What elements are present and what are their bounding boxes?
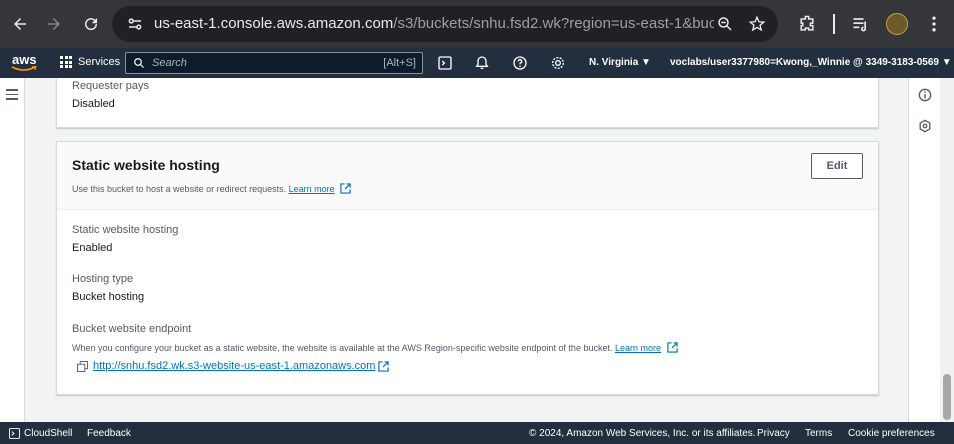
search-placeholder: Search: [152, 57, 187, 69]
info-icon[interactable]: [918, 88, 932, 102]
edit-button[interactable]: Edit: [811, 153, 863, 179]
browser-toolbar: us-east-1.console.aws.amazon.com/s3/buck…: [0, 0, 954, 48]
left-nav-rail: [0, 78, 25, 422]
hosting-type-value: Bucket hosting: [72, 291, 145, 303]
endpoint-description: When you configure your bucket as a stat…: [72, 342, 678, 353]
hosting-status-value: Enabled: [72, 242, 113, 254]
requester-pays-label: Requester pays: [72, 80, 150, 92]
help-icon[interactable]: [512, 55, 528, 71]
address-bar[interactable]: us-east-1.console.aws.amazon.com/s3/buck…: [112, 6, 778, 42]
footer-copyright: © 2024, Amazon Web Services, Inc. or its…: [529, 428, 756, 439]
search-input[interactable]: Search [Alt+S]: [125, 52, 423, 74]
back-icon[interactable]: [8, 12, 32, 36]
cloudshell-footer-icon: [9, 428, 20, 439]
search-icon: [134, 58, 144, 68]
grid-icon: [60, 56, 72, 68]
zoom-icon[interactable]: [716, 15, 734, 33]
static-website-hosting-card: Static website hosting Edit Use this buc…: [56, 141, 879, 395]
endpoint-url-link[interactable]: http://snhu.fsd2.wk.s3-website-us-east-1…: [93, 360, 375, 372]
notifications-bell-icon[interactable]: [474, 55, 490, 71]
aws-footer: CloudShell Feedback © 2024, Amazon Web S…: [0, 422, 954, 444]
external-link-icon: [666, 342, 678, 353]
cloudshell-icon[interactable]: [437, 55, 453, 71]
hosting-status-label: Static website hosting: [72, 224, 179, 236]
region-selector[interactable]: N. Virginia ▼: [589, 57, 651, 68]
endpoint-label: Bucket website endpoint: [72, 323, 192, 335]
page-scrollbar[interactable]: [940, 78, 954, 422]
aws-top-nav: aws Services Search [Alt+S] N. Virginia …: [0, 48, 954, 78]
requester-pays-value: Disabled: [72, 98, 115, 110]
section-description: Use this bucket to host a website or red…: [72, 183, 351, 194]
url-text: us-east-1.console.aws.amazon.com/s3/buck…: [154, 15, 714, 32]
copy-icon[interactable]: [77, 360, 88, 372]
bookmark-star-icon[interactable]: [748, 15, 766, 33]
aws-logo[interactable]: aws: [10, 52, 38, 74]
external-link-icon: [378, 360, 390, 372]
properties-card: Requester pays Disabled: [56, 78, 879, 128]
learn-more-link[interactable]: Learn more: [289, 184, 335, 194]
hosting-type-label: Hosting type: [72, 273, 134, 285]
footer-privacy[interactable]: Privacy: [757, 428, 790, 439]
right-utility-rail: [908, 78, 940, 422]
forward-icon[interactable]: [42, 12, 66, 36]
footer-feedback[interactable]: Feedback: [87, 428, 131, 439]
footer-terms[interactable]: Terms: [805, 428, 832, 439]
extensions-icon[interactable]: [797, 14, 817, 34]
card-header: Static website hosting Edit Use this buc…: [57, 142, 878, 210]
site-settings-icon[interactable]: [126, 15, 144, 33]
endpoint-learn-more-link[interactable]: Learn more: [615, 343, 661, 353]
browser-menu-icon[interactable]: [924, 14, 944, 34]
hamburger-menu-icon[interactable]: [6, 89, 18, 100]
services-label: Services: [78, 56, 121, 68]
profile-avatar[interactable]: [886, 13, 908, 35]
external-link-icon: [340, 183, 351, 194]
account-menu[interactable]: voclabs/user3377980=Kwong,_Winnie @ 3349…: [670, 57, 952, 68]
reload-icon[interactable]: [79, 12, 103, 36]
toolbar-divider: [833, 14, 835, 34]
footer-cloudshell[interactable]: CloudShell: [24, 428, 72, 439]
settings-gear-icon[interactable]: [550, 55, 566, 71]
services-menu[interactable]: Services: [60, 56, 120, 68]
media-queue-icon[interactable]: [851, 14, 871, 34]
section-title: Static website hosting: [72, 157, 220, 173]
hexagon-settings-icon[interactable]: [918, 119, 932, 133]
endpoint-row: http://snhu.fsd2.wk.s3-website-us-east-1…: [77, 360, 390, 372]
scrollbar-thumb[interactable]: [943, 374, 951, 420]
search-shortcut: [Alt+S]: [383, 57, 416, 69]
footer-cookie-preferences[interactable]: Cookie preferences: [848, 428, 935, 439]
